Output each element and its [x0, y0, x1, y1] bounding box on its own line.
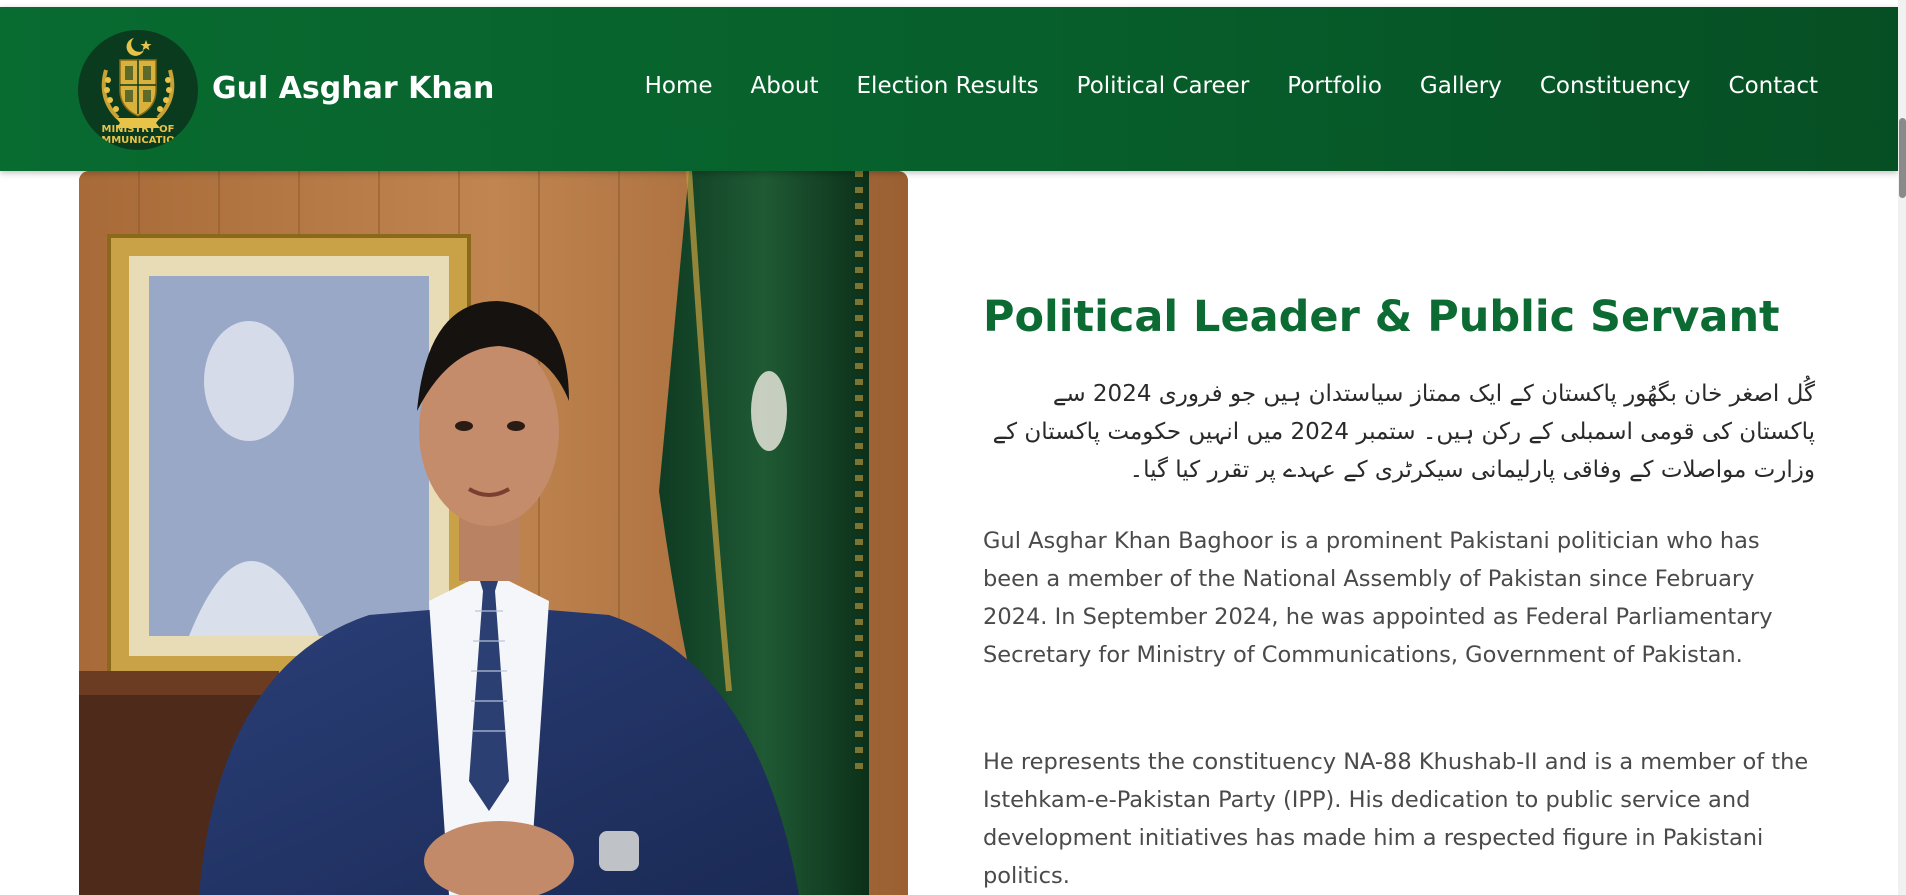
main-nav: Home About Election Results Political Ca…	[607, 73, 1818, 99]
constituency-paragraph: He represents the constituency NA-88 Khu…	[983, 748, 1809, 889]
portrait-illustration	[79, 171, 908, 895]
nav-election-results-link[interactable]: Election Results	[857, 73, 1039, 99]
nav-political-career-link[interactable]: Political Career	[1077, 73, 1250, 99]
site-title[interactable]: Gul Asghar Khan	[212, 71, 494, 106]
nav-constituency-link[interactable]: Constituency	[1540, 73, 1691, 99]
nav-about-link[interactable]: About	[751, 73, 819, 99]
logo-line-1: MINISTRY OF	[101, 124, 175, 135]
site-header: MINISTRY OF MMUNICATIO Gul Asghar Khan H…	[0, 7, 1898, 171]
portrait-photo	[79, 171, 908, 895]
nav-portfolio-link[interactable]: Portfolio	[1287, 73, 1382, 99]
page-scrollbar[interactable]	[1898, 0, 1906, 895]
scrollbar-thumb[interactable]	[1899, 118, 1906, 198]
urdu-intro-text: گُل اصغر خان بگھُور پاکستان کے ایک ممتاز…	[992, 381, 1815, 483]
hero-title: Political Leader & Public Servant	[983, 291, 1780, 342]
nav-contact-link[interactable]: Contact	[1729, 73, 1818, 99]
nav-home-link[interactable]: Home	[645, 73, 713, 99]
intro-paragraph: Gul Asghar Khan Baghoor is a prominent P…	[983, 527, 1773, 668]
top-strip	[0, 0, 1906, 7]
logo-line-2: MMUNICATIO	[101, 135, 175, 146]
site-logo[interactable]: MINISTRY OF MMUNICATIO	[78, 30, 198, 150]
nav-gallery-link[interactable]: Gallery	[1420, 73, 1502, 99]
